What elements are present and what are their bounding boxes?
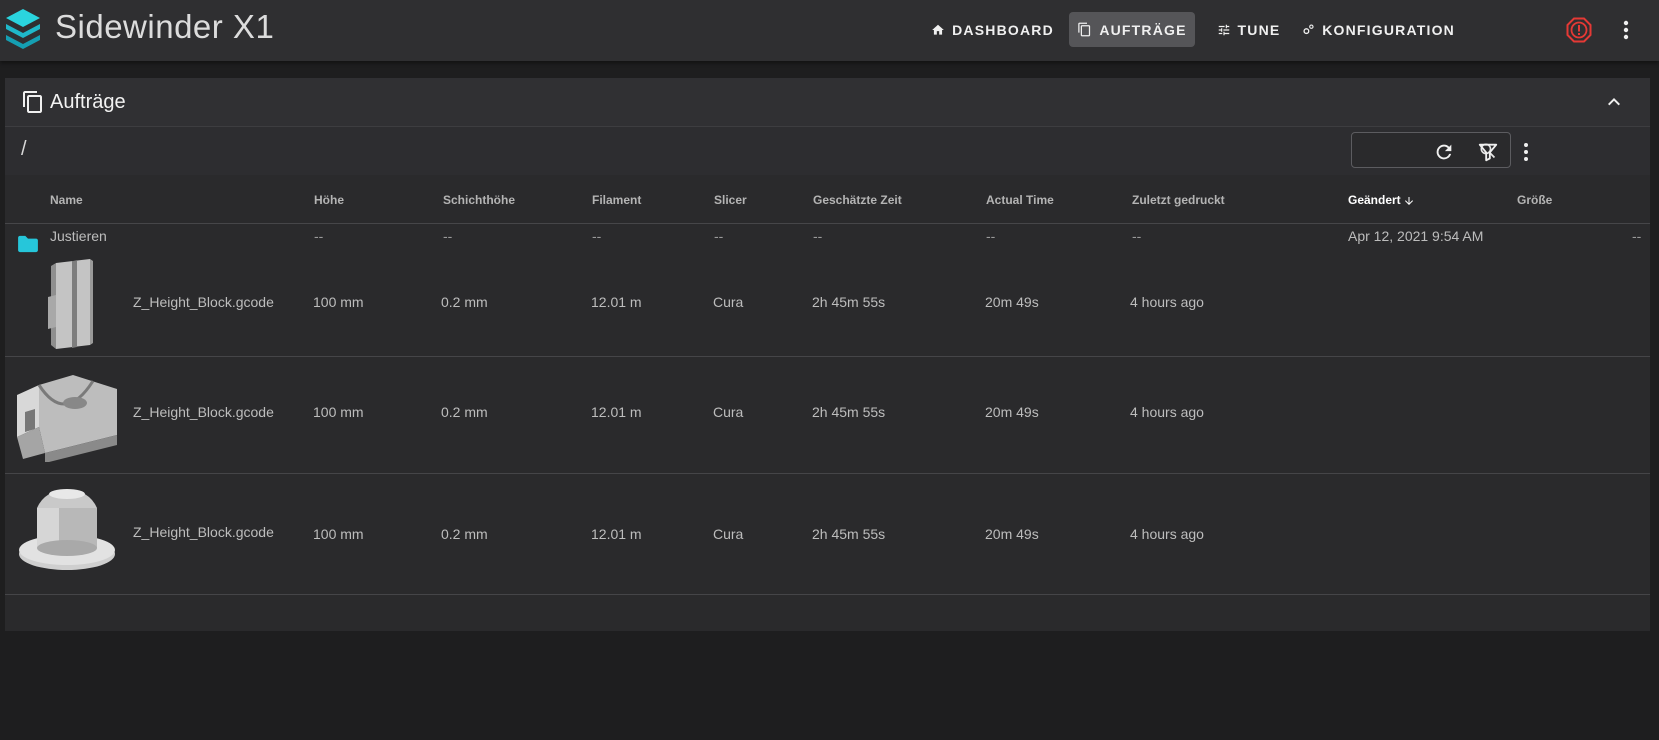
nav-auftraege-label: AUFTRÄGE (1099, 21, 1187, 38)
folder-slicer: -- (714, 228, 724, 244)
cogs-icon (1303, 23, 1314, 34)
folder-geschaetzte-zeit: -- (813, 228, 823, 244)
folder-filament: -- (592, 228, 602, 244)
file-actual-time: 20m 49s (985, 526, 1039, 542)
folder-hoehe: -- (314, 228, 324, 244)
file-zuletzt-gedruckt: 4 hours ago (1130, 294, 1204, 310)
file-zuletzt-gedruckt: 4 hours ago (1130, 404, 1204, 420)
card-title: Aufträge (50, 91, 126, 113)
refresh-icon[interactable] (1433, 141, 1455, 163)
card-header: Aufträge (5, 78, 1650, 127)
column-header-geschaetzte-zeit[interactable]: Geschätzte Zeit (813, 193, 902, 207)
emergency-stop-icon[interactable] (1566, 17, 1592, 43)
file-name: Z_Height_Block.gcode (133, 524, 274, 540)
column-header-name[interactable]: Name (50, 193, 83, 207)
file-filament: 12.01 m (591, 404, 642, 420)
tall-block-thumbnail (48, 259, 93, 349)
column-header-geaendert-label: Geändert (1348, 193, 1401, 207)
file-geschaetzte-zeit: 2h 45m 55s (812, 294, 886, 310)
column-header-geaendert[interactable]: Geändert (1348, 193, 1415, 207)
file-name: Z_Height_Block.gcode (133, 404, 274, 420)
file-hoehe: 100 mm (313, 294, 364, 310)
file-schichthoehe: 0.2 mm (441, 404, 488, 420)
nav-tune-label: TUNE (1237, 21, 1281, 38)
column-header-schichthoehe[interactable]: Schichthöhe (443, 193, 515, 207)
folder-groesse: -- (1632, 228, 1642, 244)
folder-geaendert: Apr 12, 2021 9:54 AM (1348, 228, 1484, 244)
arrow-down-icon (1404, 196, 1413, 205)
file-toolbar: / (5, 127, 1650, 175)
table-row[interactable]: Z_Height_Block.gcode 100 mm 0.2 mm 12.01… (5, 474, 1650, 595)
app-bar: Sidewinder X1 DASHBOARD AUFTRÄGE TUNE KO… (0, 0, 1659, 61)
column-header-zuletzt-gedruckt[interactable]: Zuletzt gedruckt (1132, 193, 1225, 207)
dots-vertical-icon[interactable] (1616, 16, 1636, 44)
file-zuletzt-gedruckt: 4 hours ago (1130, 526, 1204, 542)
file-slicer: Cura (713, 294, 744, 310)
bracket-thumbnail (17, 375, 117, 462)
file-hoehe: 100 mm (313, 526, 364, 542)
column-header-actual-time[interactable]: Actual Time (986, 193, 1054, 207)
folder-zuletzt-gedruckt: -- (1132, 228, 1142, 244)
file-actual-time: 20m 49s (985, 404, 1039, 420)
nav-konfiguration-label: KONFIGURATION (1322, 21, 1455, 38)
table-row[interactable]: Z_Height_Block.gcode 100 mm 0.2 mm 12.01… (5, 252, 1650, 357)
file-copy-icon (23, 91, 42, 113)
file-geschaetzte-zeit: 2h 45m 55s (812, 404, 886, 420)
chevron-up-icon[interactable] (1602, 90, 1626, 114)
nav-konfiguration-button[interactable]: KONFIGURATION (1302, 12, 1455, 47)
nav-dashboard-label: DASHBOARD (952, 21, 1054, 38)
folder-schichthoehe: -- (443, 228, 453, 244)
folder-name: Justieren (50, 228, 107, 244)
file-schichthoehe: 0.2 mm (441, 294, 488, 310)
file-filament: 12.01 m (591, 526, 642, 542)
file-geschaetzte-zeit: 2h 45m 55s (812, 526, 886, 542)
tune-icon (1218, 24, 1229, 35)
file-name: Z_Height_Block.gcode (133, 294, 274, 310)
home-icon (932, 24, 944, 35)
mainsail-logo-icon (6, 9, 40, 49)
file-slicer: Cura (713, 404, 744, 420)
column-header-groesse[interactable]: Größe (1517, 193, 1552, 207)
table-header: Name Höhe Schichthöhe Filament Slicer Ge… (5, 175, 1650, 224)
folder-actual-time: -- (986, 228, 996, 244)
table-row-folder[interactable]: Justieren -- -- -- -- -- -- -- Apr 12, 2… (5, 224, 1650, 253)
file-actual-time: 20m 49s (985, 294, 1039, 310)
column-header-hoehe[interactable]: Höhe (314, 193, 344, 207)
file-filament: 12.01 m (591, 294, 642, 310)
search-input[interactable] (1360, 139, 1474, 161)
table-row[interactable]: Z_Height_Block.gcode 100 mm 0.2 mm 12.01… (5, 357, 1650, 474)
nav-dashboard-button[interactable]: DASHBOARD (924, 12, 1061, 47)
folder-icon (18, 235, 38, 253)
cylinder-thumbnail (19, 489, 115, 570)
dots-vertical-icon[interactable] (1515, 141, 1537, 163)
current-path: / (21, 138, 27, 160)
file-copy-icon (1078, 22, 1091, 37)
column-header-slicer[interactable]: Slicer (714, 193, 747, 207)
app-title: Sidewinder X1 (55, 8, 275, 45)
column-header-filament[interactable]: Filament (592, 193, 641, 207)
jobs-card: Aufträge / Name Höhe Schichthöhe Filamen… (5, 78, 1650, 631)
file-slicer: Cura (713, 526, 744, 542)
file-hoehe: 100 mm (313, 404, 364, 420)
nav-auftraege-button[interactable]: AUFTRÄGE (1069, 12, 1195, 47)
file-schichthoehe: 0.2 mm (441, 526, 488, 542)
nav-tune-button[interactable]: TUNE (1203, 12, 1294, 47)
filter-icon[interactable] (1477, 141, 1499, 163)
